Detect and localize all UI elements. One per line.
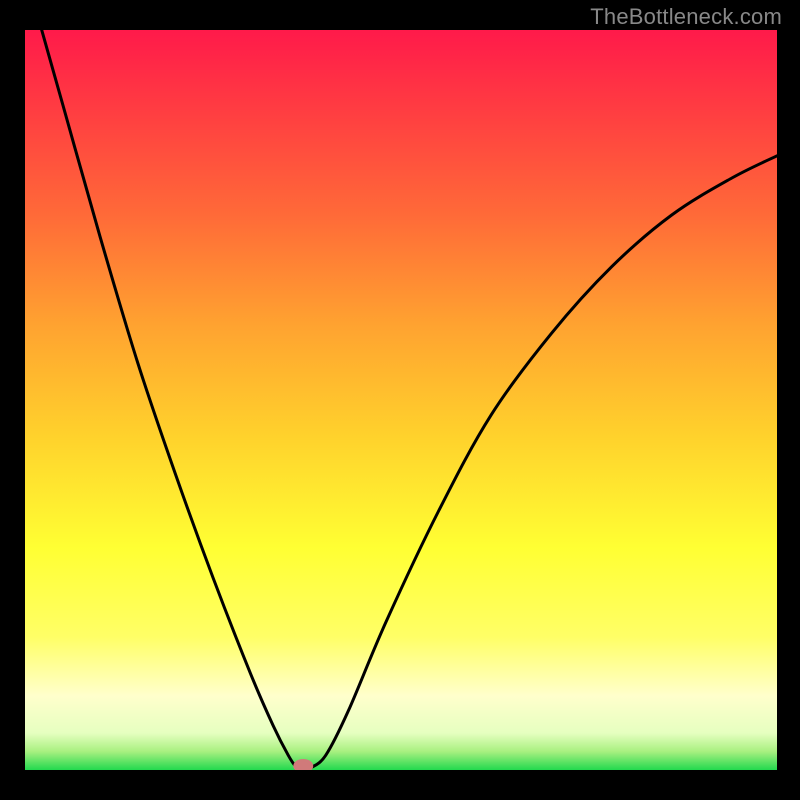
plot-area — [25, 30, 777, 770]
chart-svg — [25, 30, 777, 770]
watermark-text: TheBottleneck.com — [590, 4, 782, 30]
gradient-background — [25, 30, 777, 770]
chart-container: TheBottleneck.com — [0, 0, 800, 800]
